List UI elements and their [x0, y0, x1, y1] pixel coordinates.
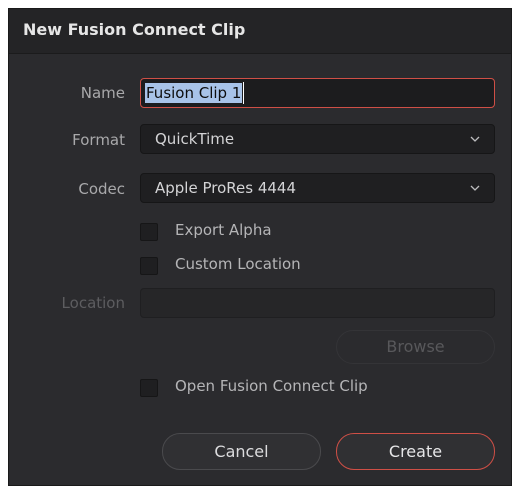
codec-select[interactable]: Apple ProRes 4444	[140, 173, 495, 203]
format-select[interactable]: QuickTime	[140, 124, 495, 154]
location-label: Location	[61, 294, 125, 312]
browse-button[interactable]: Browse	[336, 330, 495, 364]
dialog-title: New Fusion Connect Clip	[23, 20, 246, 39]
codec-select-value: Apple ProRes 4444	[155, 179, 296, 197]
open-fusion-connect-clip-label[interactable]: Open Fusion Connect Clip	[175, 377, 368, 395]
format-select-value: QuickTime	[155, 130, 235, 148]
export-alpha-checkbox[interactable]	[140, 223, 158, 241]
new-fusion-connect-clip-dialog: New Fusion Connect Clip Name Fusion Clip…	[8, 8, 512, 486]
open-fusion-connect-clip-checkbox[interactable]	[140, 379, 158, 397]
codec-label: Codec	[78, 180, 125, 198]
cancel-button[interactable]: Cancel	[162, 433, 321, 470]
name-field[interactable]: Fusion Clip 1	[140, 78, 495, 108]
name-label: Name	[80, 84, 125, 102]
create-button[interactable]: Create	[336, 433, 495, 470]
chevron-down-icon	[470, 185, 480, 191]
format-label: Format	[72, 131, 125, 149]
dialog-titlebar: New Fusion Connect Clip	[9, 9, 511, 54]
text-caret	[243, 82, 244, 104]
custom-location-label[interactable]: Custom Location	[175, 255, 301, 273]
name-field-value: Fusion Clip 1	[145, 83, 243, 103]
chevron-down-icon	[470, 136, 480, 142]
custom-location-checkbox[interactable]	[140, 257, 158, 275]
export-alpha-label[interactable]: Export Alpha	[175, 221, 272, 239]
location-field	[140, 288, 495, 318]
